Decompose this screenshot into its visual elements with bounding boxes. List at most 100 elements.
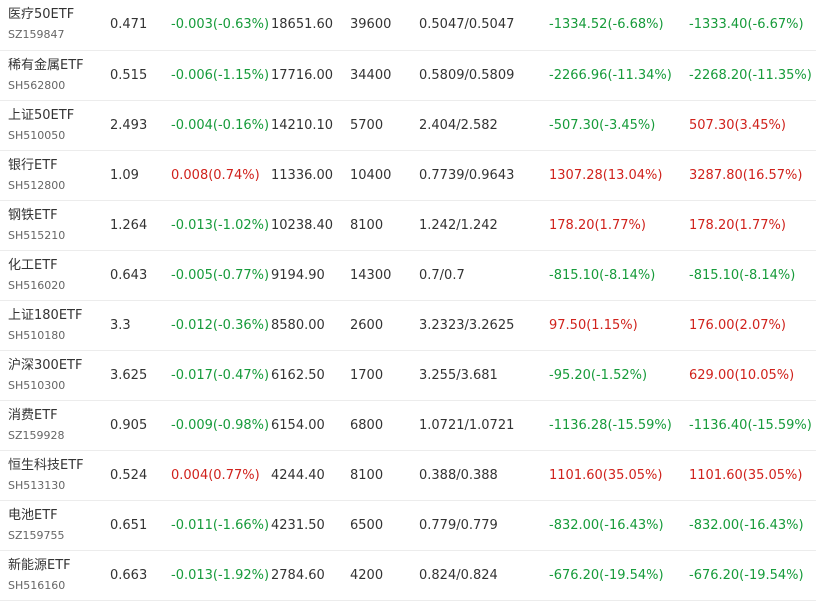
shares-cell: 8100 — [350, 217, 384, 233]
fund-name[interactable]: 银行ETF — [8, 157, 110, 175]
table-row[interactable]: 消费ETF SZ159928 0.905 -0.009(-0.98%) 6154.00 6… — [0, 400, 816, 450]
cost-price-cell: 1.0721/1.0721 — [419, 417, 515, 433]
table-row[interactable]: 上证50ETF SH510050 2.493 -0.004(-0.16%) 14210.… — [0, 100, 816, 150]
change-cell: -0.013(-1.02%) — [171, 217, 270, 233]
fund-cell[interactable]: 稀有金属ETF SH562800 — [0, 50, 110, 100]
table-row[interactable]: 新能源ETF SH516160 0.663 -0.013(-1.92%) 2784.60… — [0, 550, 816, 600]
table-row[interactable]: 钢铁ETF SH515210 1.264 -0.013(-1.02%) 10238.40… — [0, 200, 816, 250]
change-cell: 0.008(0.74%) — [171, 167, 260, 183]
profit-loss-cell: -1136.28(-15.59%) — [549, 417, 672, 433]
fund-code: SH510050 — [8, 128, 66, 142]
fund-code: SZ159847 — [8, 28, 65, 42]
fund-name[interactable]: 沪深300ETF — [8, 357, 110, 375]
fund-code: SH513130 — [8, 478, 66, 492]
market-value-cell: 2784.60 — [271, 567, 325, 583]
total-profit-loss-cell: 1101.60(35.05%) — [689, 467, 803, 483]
fund-code: SH516020 — [8, 278, 66, 292]
shares-cell: 5700 — [350, 117, 384, 133]
profit-loss-cell: -815.10(-8.14%) — [549, 267, 656, 283]
fund-cell[interactable]: 银行ETF SH512800 — [0, 150, 110, 200]
change-cell: -0.003(-0.63%) — [171, 17, 270, 33]
change-cell: -0.012(-0.36%) — [171, 317, 270, 333]
fund-cell[interactable]: 化工ETF SH516020 — [0, 250, 110, 300]
price-cell: 3.625 — [110, 367, 148, 383]
fund-code: SH510300 — [8, 378, 66, 392]
fund-cell[interactable]: 消费ETF SZ159928 — [0, 400, 110, 450]
shares-cell: 8100 — [350, 467, 384, 483]
fund-cell[interactable]: 上证50ETF SH510050 — [0, 100, 110, 150]
fund-name[interactable]: 消费ETF — [8, 407, 110, 425]
change-cell: -0.011(-1.66%) — [171, 517, 270, 533]
table-row[interactable]: 化工ETF SH516020 0.643 -0.005(-0.77%) 9194.90 1… — [0, 250, 816, 300]
market-value-cell: 18651.60 — [271, 17, 334, 33]
profit-loss-cell: -507.30(-3.45%) — [549, 117, 656, 133]
cost-price-cell: 0.5047/0.5047 — [419, 17, 515, 33]
profit-loss-cell: -95.20(-1.52%) — [549, 367, 648, 383]
market-value-cell: 6162.50 — [271, 367, 325, 383]
cost-price-cell: 0.779/0.779 — [419, 517, 498, 533]
total-profit-loss-cell: 178.20(1.77%) — [689, 217, 786, 233]
total-profit-loss-cell: -1136.40(-15.59%) — [689, 417, 812, 433]
shares-cell: 34400 — [350, 67, 392, 83]
fund-name[interactable]: 上证50ETF — [8, 107, 110, 125]
profit-loss-cell: 1307.28(13.04%) — [549, 167, 663, 183]
fund-cell[interactable]: 上证180ETF SH510180 — [0, 300, 110, 350]
fund-name[interactable]: 上证180ETF — [8, 307, 110, 325]
price-cell: 1.09 — [110, 167, 139, 183]
fund-cell[interactable]: 医疗50ETF SZ159847 — [0, 0, 110, 50]
fund-code: SH510180 — [8, 328, 66, 342]
table-row[interactable]: 恒生科技ETF SH513130 0.524 0.004(0.77%) 4244.40 8… — [0, 450, 816, 500]
total-profit-loss-cell: 3287.80(16.57%) — [689, 167, 803, 183]
shares-cell: 2600 — [350, 317, 384, 333]
change-cell: -0.006(-1.15%) — [171, 67, 270, 83]
table-row[interactable]: 医疗50ETF SZ159847 0.471 -0.003(-0.63%) 18651.… — [0, 0, 816, 50]
change-cell: -0.004(-0.16%) — [171, 117, 270, 133]
fund-name[interactable]: 稀有金属ETF — [8, 57, 110, 75]
table-row[interactable]: 电池ETF SZ159755 0.651 -0.011(-1.66%) 4231.50 6… — [0, 500, 816, 550]
fund-name[interactable]: 恒生科技ETF — [8, 457, 110, 475]
shares-cell: 4200 — [350, 567, 384, 583]
fund-cell[interactable]: 沪深300ETF SH510300 — [0, 350, 110, 400]
cost-price-cell: 0.5809/0.5809 — [419, 67, 515, 83]
market-value-cell: 9194.90 — [271, 267, 325, 283]
fund-cell[interactable]: 恒生科技ETF SH513130 — [0, 450, 110, 500]
fund-cell[interactable]: 新能源ETF SH516160 — [0, 550, 110, 600]
profit-loss-cell: -676.20(-19.54%) — [549, 567, 664, 583]
fund-code: SH562800 — [8, 78, 66, 92]
table-row[interactable]: 稀有金属ETF SH562800 0.515 -0.006(-1.15%) 17716.… — [0, 50, 816, 100]
cost-price-cell: 2.404/2.582 — [419, 117, 498, 133]
shares-cell: 10400 — [350, 167, 392, 183]
fund-code: SZ159755 — [8, 528, 65, 542]
price-cell: 0.643 — [110, 267, 148, 283]
fund-code: SH516160 — [8, 578, 66, 592]
market-value-cell: 14210.10 — [271, 117, 334, 133]
total-profit-loss-cell: -1333.40(-6.67%) — [689, 17, 804, 33]
fund-cell[interactable]: 钢铁ETF SH515210 — [0, 200, 110, 250]
profit-loss-cell: -832.00(-16.43%) — [549, 517, 664, 533]
profit-loss-cell: -2266.96(-11.34%) — [549, 67, 672, 83]
table-row[interactable]: 上证180ETF SH510180 3.3 -0.012(-0.36%) 8580.00… — [0, 300, 816, 350]
fund-code: SH515210 — [8, 228, 66, 242]
cost-price-cell: 0.824/0.824 — [419, 567, 498, 583]
market-value-cell: 4244.40 — [271, 467, 325, 483]
total-profit-loss-cell: -815.10(-8.14%) — [689, 267, 796, 283]
fund-name[interactable]: 钢铁ETF — [8, 207, 110, 225]
shares-cell: 39600 — [350, 17, 392, 33]
shares-cell: 1700 — [350, 367, 384, 383]
cost-price-cell: 1.242/1.242 — [419, 217, 498, 233]
fund-cell[interactable]: 电池ETF SZ159755 — [0, 500, 110, 550]
total-profit-loss-cell: -832.00(-16.43%) — [689, 517, 804, 533]
cost-price-cell: 0.7/0.7 — [419, 267, 465, 283]
cost-price-cell: 0.7739/0.9643 — [419, 167, 515, 183]
shares-cell: 6800 — [350, 417, 384, 433]
fund-name[interactable]: 医疗50ETF — [8, 6, 110, 24]
table-row[interactable]: 沪深300ETF SH510300 3.625 -0.017(-0.47%) 6162.… — [0, 350, 816, 400]
market-value-cell: 6154.00 — [271, 417, 325, 433]
change-cell: -0.017(-0.47%) — [171, 367, 270, 383]
fund-name[interactable]: 电池ETF — [8, 507, 110, 525]
table-row[interactable]: 银行ETF SH512800 1.09 0.008(0.74%) 11336.00 104… — [0, 150, 816, 200]
fund-name[interactable]: 新能源ETF — [8, 557, 110, 575]
total-profit-loss-cell: -2268.20(-11.35%) — [689, 67, 812, 83]
profit-loss-cell: 97.50(1.15%) — [549, 317, 638, 333]
fund-name[interactable]: 化工ETF — [8, 257, 110, 275]
